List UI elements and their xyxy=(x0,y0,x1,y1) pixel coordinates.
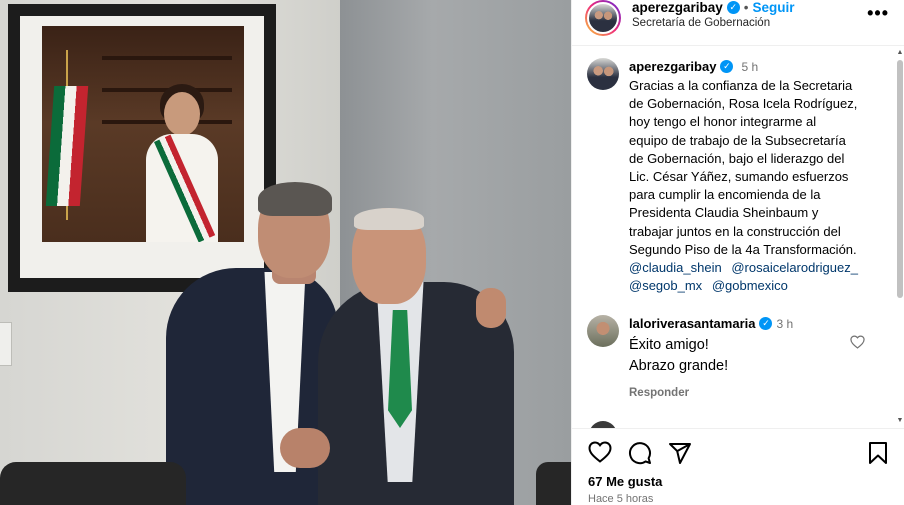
caption-author-avatar[interactable] xyxy=(587,58,619,90)
mexican-flag xyxy=(45,86,89,206)
bookshelf xyxy=(102,56,232,60)
author-avatar[interactable] xyxy=(585,0,621,36)
post-photo[interactable] xyxy=(0,0,571,505)
paper-plane-icon[interactable] xyxy=(668,441,692,465)
caption-body: aperezgaribay ✓ 5 h Gracias a la confian… xyxy=(629,58,881,295)
bookmark-icon[interactable] xyxy=(868,441,888,465)
comment-line: Abrazo grande! xyxy=(629,358,729,374)
heart-icon[interactable] xyxy=(588,441,612,463)
comment-time: 3 h xyxy=(776,316,794,331)
man-right-hair xyxy=(354,208,424,230)
caption-time: 5 h xyxy=(741,59,759,74)
comment-username[interactable]: laloriverasantamaria xyxy=(629,316,755,331)
author-avatar-image xyxy=(587,2,619,34)
caption-mentions: @claudia_shein @rosaicelarodriguez_ @seg… xyxy=(629,259,881,295)
verified-badge-icon: ✓ xyxy=(726,1,740,14)
likes-count[interactable]: 67 Me gusta xyxy=(588,474,662,489)
post-header: aperezgaribay ✓ • Seguir Secretaría de G… xyxy=(572,0,904,46)
header-user-row: aperezgaribay ✓ • Seguir xyxy=(632,0,795,15)
wall-outlet xyxy=(0,322,12,366)
comment-body: laloriverasantamaria ✓ 3 h Éxito amigo! … xyxy=(629,315,881,399)
comment-line: Éxito amigo! xyxy=(629,337,709,353)
portrait-face xyxy=(164,92,200,136)
post-actions: 67 Me gusta Hace 5 horas xyxy=(572,428,904,505)
comment-user-row: laloriverasantamaria ✓ 3 h xyxy=(629,316,793,331)
separator-dot: • xyxy=(743,0,749,15)
man-left-hair xyxy=(258,182,332,216)
reply-button[interactable]: Responder xyxy=(629,387,881,399)
verified-badge-icon: ✓ xyxy=(759,317,773,330)
mention-link[interactable]: @gobmexico xyxy=(712,278,788,293)
commenter-avatar[interactable] xyxy=(587,315,619,347)
follow-button[interactable]: Seguir xyxy=(753,0,795,15)
portrait-painting xyxy=(42,26,244,242)
black-sofa xyxy=(0,462,186,505)
black-sofa-right xyxy=(536,462,571,505)
scroll-down-arrow-icon[interactable]: ▼ xyxy=(896,416,904,426)
comments-scroll-area[interactable]: aperezgaribay ✓ 5 h Gracias a la confian… xyxy=(572,46,904,428)
post-location[interactable]: Secretaría de Gobernación xyxy=(632,17,770,29)
comment-text: Éxito amigo! Abrazo grande! xyxy=(629,335,881,377)
comment-like-heart-icon[interactable] xyxy=(850,335,865,349)
post-sidebar: aperezgaribay ✓ • Seguir Secretaría de G… xyxy=(571,0,904,505)
mention-link[interactable]: @claudia_shein xyxy=(629,260,722,275)
man-left-suit xyxy=(166,268,338,505)
scrollbar-thumb[interactable] xyxy=(897,60,903,298)
more-options-icon[interactable]: ••• xyxy=(867,4,889,22)
scroll-up-arrow-icon[interactable]: ▲ xyxy=(896,48,904,58)
caption-username[interactable]: aperezgaribay xyxy=(629,59,716,74)
next-comment-avatar xyxy=(589,421,617,428)
hand-on-shoulder xyxy=(476,288,506,328)
comment-item: laloriverasantamaria ✓ 3 h Éxito amigo! … xyxy=(587,315,887,405)
caption-user-row: aperezgaribay ✓ 5 h xyxy=(629,59,758,74)
verified-badge-icon: ✓ xyxy=(720,60,734,73)
mention-link[interactable]: @segob_mx xyxy=(629,278,702,293)
caption-text: Gracias a la confianza de la Secretaria … xyxy=(629,78,858,257)
comments-scrollbar[interactable]: ▲ ▼ xyxy=(896,46,904,428)
author-username[interactable]: aperezgaribay xyxy=(632,0,723,15)
mention-link[interactable]: @rosaicelarodriguez_ xyxy=(731,260,858,275)
clasped-hands xyxy=(280,428,330,468)
post-timestamp[interactable]: Hace 5 horas xyxy=(588,493,653,505)
comment-icon[interactable] xyxy=(628,441,652,465)
